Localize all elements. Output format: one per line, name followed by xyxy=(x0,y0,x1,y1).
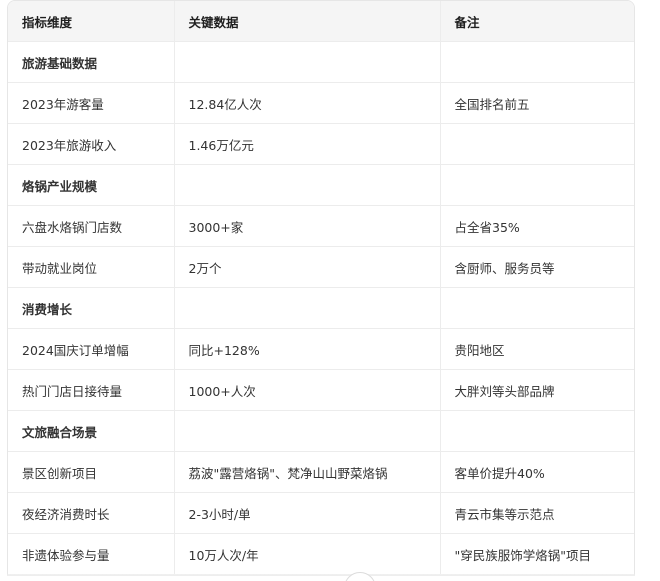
cell-key-data: 3000+家 xyxy=(173,205,440,247)
data-table-container: 指标维度 关键数据 备注 旅游基础数据 2023年游客量 12.84亿人次 全国排名前… xyxy=(7,0,635,576)
cell-key-data: 同比+128% xyxy=(173,328,440,370)
table-row: 非遗体验参与量 10万人次/年 "穿民族服饰学烙锅"项目 xyxy=(8,533,634,575)
cell-dimension: 非遗体验参与量 xyxy=(8,533,174,575)
table-row: 六盘水烙锅门店数 3000+家 占全省35% xyxy=(8,205,634,247)
section-title: 旅游基础数据 xyxy=(8,41,174,83)
section-title: 消费增长 xyxy=(8,287,174,329)
cell-dimension: 六盘水烙锅门店数 xyxy=(8,205,174,247)
table-section-row: 消费增长 xyxy=(8,287,634,329)
cell-key-data xyxy=(173,41,440,83)
cell-key-data: 2-3小时/单 xyxy=(173,492,440,534)
cell-dimension: 2023年游客量 xyxy=(8,82,174,124)
table-section-row: 文旅融合场景 xyxy=(8,410,634,452)
cell-dimension: 夜经济消费时长 xyxy=(8,492,174,534)
cell-notes: 客单价提升40% xyxy=(439,451,634,493)
cell-dimension: 景区创新项目 xyxy=(8,451,174,493)
cell-key-data xyxy=(173,287,440,329)
cell-key-data: 12.84亿人次 xyxy=(173,82,440,124)
cell-notes xyxy=(439,41,634,83)
cell-notes: 贵阳地区 xyxy=(439,328,634,370)
table-header: 指标维度 关键数据 备注 xyxy=(8,1,634,42)
cell-notes: 含厨师、服务员等 xyxy=(439,246,634,288)
header-notes: 备注 xyxy=(439,1,634,42)
cell-key-data: 1000+人次 xyxy=(173,369,440,411)
cell-notes xyxy=(439,123,634,165)
bottom-fade xyxy=(0,573,660,581)
header-dimension: 指标维度 xyxy=(8,1,174,42)
cell-notes: 占全省35% xyxy=(439,205,634,247)
table-body: 旅游基础数据 2023年游客量 12.84亿人次 全国排名前五 2023年旅游收入 1.4… xyxy=(8,41,634,575)
cell-key-data: 荔波"露营烙锅"、梵净山山野菜烙锅 xyxy=(173,451,440,493)
page: 指标维度 关键数据 备注 旅游基础数据 2023年游客量 12.84亿人次 全国排名前… xyxy=(0,0,660,581)
cell-key-data xyxy=(173,410,440,452)
cell-key-data: 2万个 xyxy=(173,246,440,288)
cell-notes xyxy=(439,164,634,206)
cell-dimension: 2024国庆订单增幅 xyxy=(8,328,174,370)
cell-dimension: 2023年旅游收入 xyxy=(8,123,174,165)
table-section-row: 烙锅产业规模 xyxy=(8,164,634,206)
cell-notes: 全国排名前五 xyxy=(439,82,634,124)
table-row: 热门门店日接待量 1000+人次 大胖刘等头部品牌 xyxy=(8,369,634,411)
table-row: 2023年游客量 12.84亿人次 全国排名前五 xyxy=(8,82,634,124)
cell-notes xyxy=(439,287,634,329)
table-header-row: 指标维度 关键数据 备注 xyxy=(8,1,634,42)
data-table: 指标维度 关键数据 备注 旅游基础数据 2023年游客量 12.84亿人次 全国排名前… xyxy=(8,1,634,575)
table-row: 夜经济消费时长 2-3小时/单 青云市集等示范点 xyxy=(8,492,634,534)
cell-notes: 青云市集等示范点 xyxy=(439,492,634,534)
header-key-data: 关键数据 xyxy=(173,1,440,42)
table-row: 2024国庆订单增幅 同比+128% 贵阳地区 xyxy=(8,328,634,370)
table-row: 带动就业岗位 2万个 含厨师、服务员等 xyxy=(8,246,634,288)
section-title: 烙锅产业规模 xyxy=(8,164,174,206)
cell-dimension: 带动就业岗位 xyxy=(8,246,174,288)
table-row: 景区创新项目 荔波"露营烙锅"、梵净山山野菜烙锅 客单价提升40% xyxy=(8,451,634,493)
cell-key-data xyxy=(173,164,440,206)
cell-key-data: 10万人次/年 xyxy=(173,533,440,575)
section-title: 文旅融合场景 xyxy=(8,410,174,452)
cell-key-data: 1.46万亿元 xyxy=(173,123,440,165)
table-section-row: 旅游基础数据 xyxy=(8,41,634,83)
cell-notes: 大胖刘等头部品牌 xyxy=(439,369,634,411)
table-row: 2023年旅游收入 1.46万亿元 xyxy=(8,123,634,165)
cell-dimension: 热门门店日接待量 xyxy=(8,369,174,411)
cell-notes xyxy=(439,410,634,452)
cell-notes: "穿民族服饰学烙锅"项目 xyxy=(439,533,634,575)
